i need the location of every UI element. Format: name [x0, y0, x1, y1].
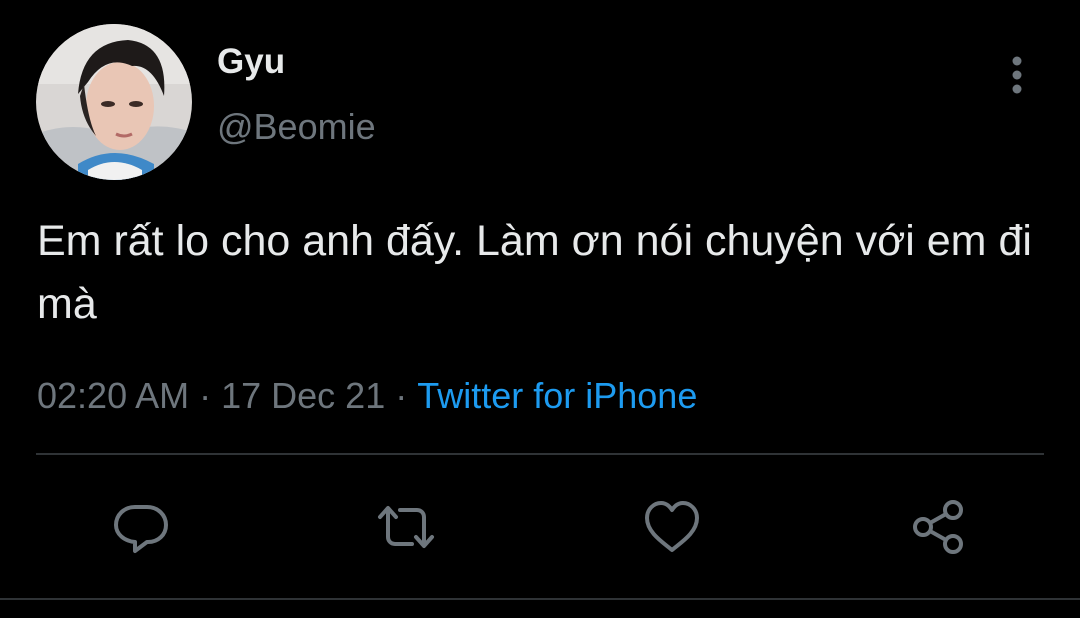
- divider: [36, 453, 1044, 455]
- divider: [0, 598, 1080, 600]
- heart-icon: [645, 501, 699, 552]
- reply-icon: [114, 505, 168, 553]
- tweet-time: 02:20 AM: [37, 375, 190, 416]
- separator: ·: [199, 375, 212, 416]
- share-button[interactable]: [906, 497, 970, 557]
- more-vertical-icon: [1012, 56, 1022, 94]
- retweet-button[interactable]: [374, 497, 438, 557]
- like-button[interactable]: [640, 497, 704, 557]
- tweet-text: Em rất lo cho anh đấy. Làm ơn nói chuyện…: [37, 217, 1032, 328]
- separator: ·: [395, 375, 408, 416]
- tweet-metadata: 02:20 AM · 17 Dec 21 · Twitter for iPhone: [37, 372, 697, 420]
- share-icon: [913, 500, 963, 554]
- user-handle[interactable]: @Beomie: [217, 106, 376, 148]
- profile-photo: [36, 24, 192, 180]
- tweet-source-link[interactable]: Twitter for iPhone: [417, 375, 697, 416]
- display-name[interactable]: Gyu: [217, 42, 285, 82]
- retweet-icon: [378, 506, 434, 548]
- more-options-button[interactable]: [996, 52, 1038, 98]
- tweet-date: 17 Dec 21: [221, 375, 386, 416]
- reply-button[interactable]: [109, 497, 173, 557]
- avatar[interactable]: [36, 24, 192, 180]
